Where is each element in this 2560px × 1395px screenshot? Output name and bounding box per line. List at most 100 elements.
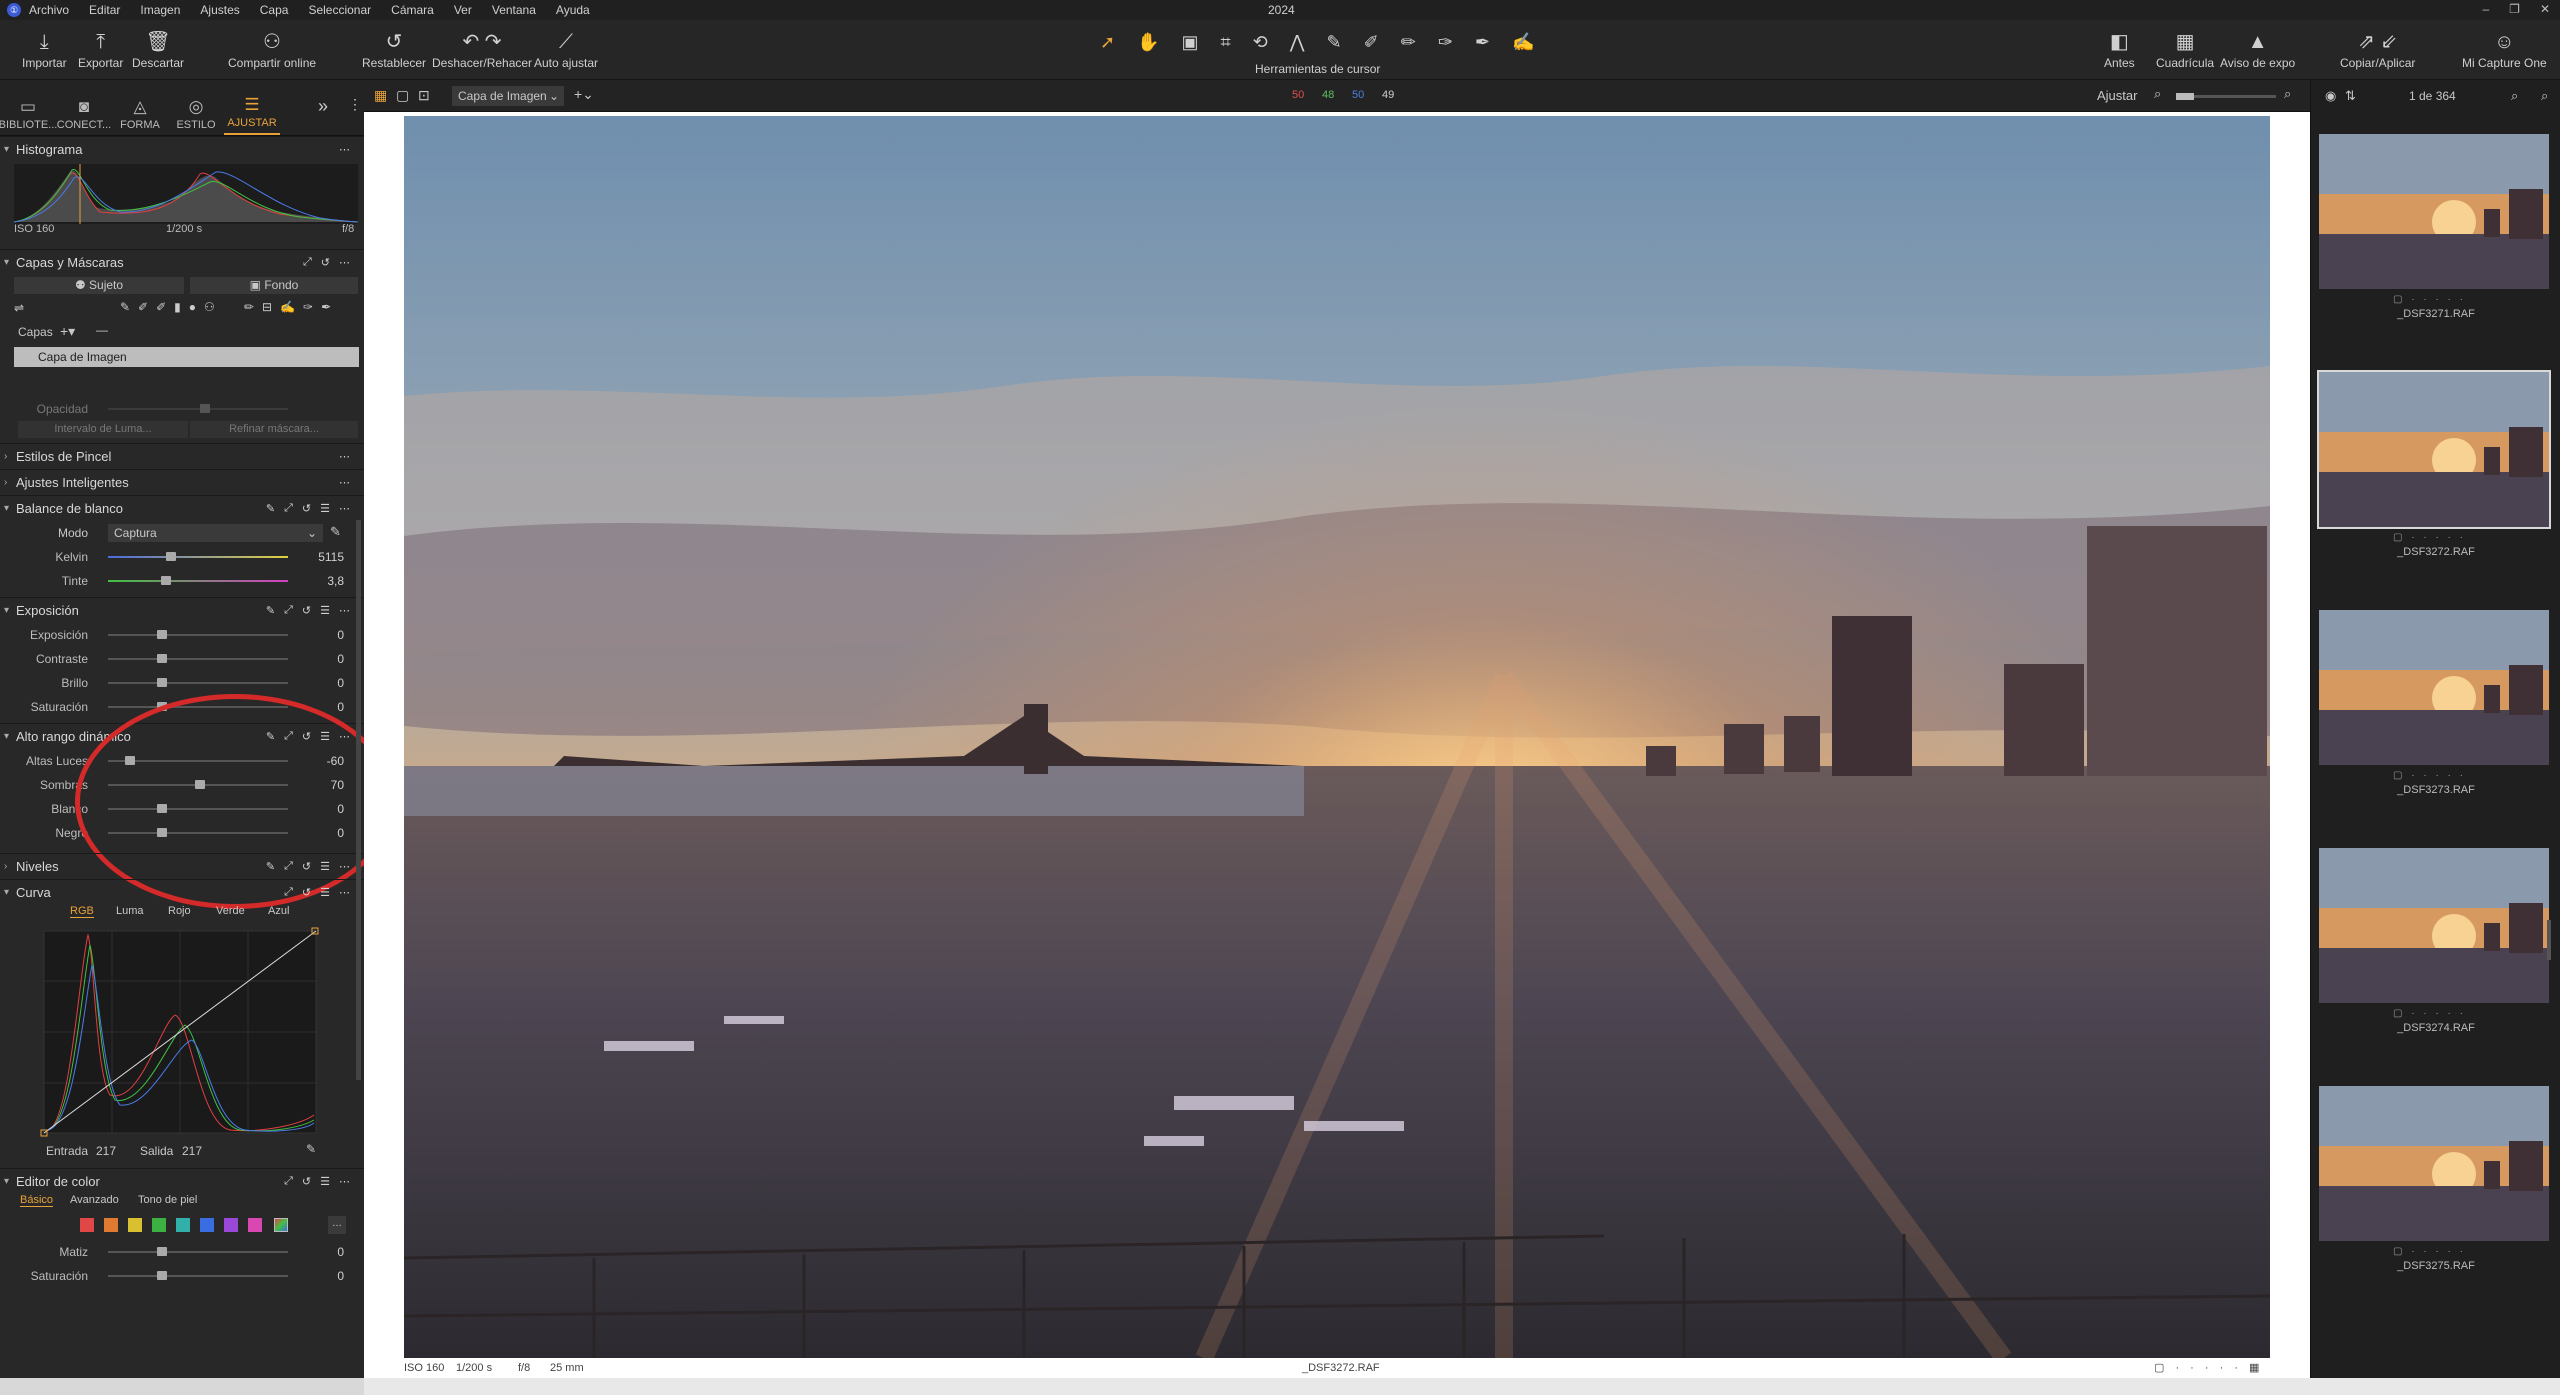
more-icon[interactable]: ⋯ xyxy=(339,730,350,743)
add-layer-icon[interactable]: +▾ xyxy=(60,323,75,340)
settings-icon[interactable]: ⇌ xyxy=(14,301,24,315)
zoom-in-icon[interactable]: ⌕ xyxy=(2284,86,2291,102)
zoom-out-icon[interactable]: ⌕ xyxy=(2154,86,2161,102)
layers-header[interactable]: ▾ Capas y Máscaras ⤢ ↺ ⋯ xyxy=(0,250,364,275)
curve-graph[interactable] xyxy=(0,925,364,1145)
image-viewer[interactable] xyxy=(364,112,2310,1378)
keystone-icon[interactable]: ⋀ xyxy=(1290,32,1305,53)
more-icon[interactable]: ⋯ xyxy=(339,256,350,269)
background-button[interactable]: ▣ Fondo xyxy=(190,277,358,294)
pin-icon[interactable]: ⤢ xyxy=(284,1175,293,1188)
pin-icon[interactable]: ⤢ xyxy=(284,886,293,899)
exposure-slider[interactable]: Exposición 0 xyxy=(0,623,364,647)
curve-tab-blue[interactable]: Azul xyxy=(268,905,289,917)
tab-adjust[interactable]: ☰ AJUSTAR xyxy=(224,80,280,135)
color-editor-header[interactable]: ▾ Editor de color ⤢ ↺ ☰ ⋯ xyxy=(0,1169,364,1194)
zoom-knob[interactable] xyxy=(2176,93,2194,100)
menu-ventana[interactable]: Ventana xyxy=(492,3,536,17)
list-icon[interactable]: ☰ xyxy=(320,502,330,515)
black-slider[interactable]: Negro 0 xyxy=(0,821,364,845)
tools-scrollbar[interactable] xyxy=(356,520,361,1080)
menu-ver[interactable]: Ver xyxy=(454,3,472,17)
white-slider[interactable]: Blanco 0 xyxy=(0,797,364,821)
grid-view-icon[interactable]: ▦ xyxy=(374,87,387,104)
subject-button[interactable]: ⚉ Sujeto xyxy=(14,277,184,294)
remove-layer-icon[interactable]: — xyxy=(96,323,108,337)
edit-icon[interactable]: ✎ xyxy=(266,502,275,515)
color-tab-advanced[interactable]: Avanzado xyxy=(70,1194,119,1206)
levels-header[interactable]: › Niveles ✎ ⤢ ↺ ☰ ⋯ xyxy=(0,854,364,879)
single-view-icon[interactable]: ▢ xyxy=(396,87,409,104)
slider-knob[interactable] xyxy=(166,552,176,561)
thumbnail-rating[interactable]: ▢ · · · · · xyxy=(2393,1008,2466,1019)
expand-tabs-icon[interactable]: » xyxy=(318,96,328,117)
slider-knob[interactable] xyxy=(157,654,167,663)
pin-icon[interactable]: ⤢ xyxy=(284,604,293,617)
my-capture-one-button[interactable]: ☺ Mi Capture One xyxy=(2462,28,2547,70)
select-cursor-icon[interactable]: ➚ xyxy=(1100,32,1115,53)
slider-knob[interactable] xyxy=(157,630,167,639)
swatch-green[interactable] xyxy=(152,1218,166,1232)
reset-icon[interactable]: ↺ xyxy=(302,730,311,743)
thumbnail[interactable] xyxy=(2319,848,2549,1003)
picker-icon[interactable]: ✎ xyxy=(1327,32,1342,53)
swatch-blue[interactable] xyxy=(200,1218,214,1232)
undo-redo-button[interactable]: ↶ ↷ Deshacer/Rehacer xyxy=(432,28,532,70)
filmstrip-scrollbar[interactable] xyxy=(2547,920,2551,960)
compare-view-icon[interactable]: ⊡ xyxy=(418,87,430,104)
saturation-slider[interactable]: Saturación 0 xyxy=(0,695,364,719)
more-icon[interactable]: ⋯ xyxy=(339,476,350,489)
thumbnail-rating[interactable]: ▢ · · · · · xyxy=(2393,294,2466,305)
thumbnail-rating[interactable]: ▢ · · · · · xyxy=(2393,1246,2466,1257)
curve-tab-rgb[interactable]: RGB xyxy=(70,905,94,918)
swatch-cyan[interactable] xyxy=(176,1218,190,1232)
sort-icon[interactable]: ⇅ xyxy=(2345,88,2356,104)
tab-lens[interactable]: ◬ FORMA xyxy=(112,80,168,135)
slider-knob[interactable] xyxy=(124,756,135,765)
swatch-all[interactable] xyxy=(274,1218,288,1232)
contrast-slider[interactable]: Contraste 0 xyxy=(0,647,364,671)
histogram-header[interactable]: ▾ Histograma ⋯ xyxy=(0,137,364,162)
pan-icon[interactable]: ✋ xyxy=(1137,32,1159,53)
thumbnail-rating[interactable]: ▢ · · · · · xyxy=(2393,770,2466,781)
more-icon[interactable]: ⋯ xyxy=(339,604,350,617)
tab-style[interactable]: ◎ ESTILO xyxy=(168,80,224,135)
filter-icon[interactable]: ⌕ xyxy=(2511,88,2518,104)
import-button[interactable]: ⤓ Importar xyxy=(22,28,67,70)
eye-icon[interactable]: ◉ xyxy=(2325,88,2336,104)
color-saturation-slider[interactable]: Saturación 0 xyxy=(0,1264,364,1288)
shadows-slider[interactable]: Sombras 70 xyxy=(0,773,364,797)
more-icon[interactable]: ⋯ xyxy=(339,143,350,156)
slider-knob[interactable] xyxy=(157,678,167,687)
thumbnail[interactable] xyxy=(2317,370,2551,529)
mask-brush-icon[interactable]: ✎✐✐▮●⚇ xyxy=(120,300,223,314)
layer-select[interactable]: Capa de Imagen ⌄ xyxy=(452,86,564,106)
share-online-button[interactable]: ⚇ Compartir online xyxy=(228,28,316,70)
reset-icon[interactable]: ↺ xyxy=(302,604,311,617)
thumbnail[interactable] xyxy=(2319,610,2549,765)
menu-archivo[interactable]: Archivo xyxy=(29,3,69,17)
list-icon[interactable]: ☰ xyxy=(320,730,330,743)
grid-button[interactable]: ▦ Cuadrícula xyxy=(2156,28,2214,70)
swatch-yellow[interactable] xyxy=(128,1218,142,1232)
pin-icon[interactable]: ⤢ xyxy=(284,502,293,515)
tab-library[interactable]: ▭ BIBLIOTE... xyxy=(0,80,57,135)
more-icon[interactable]: ⋯ xyxy=(339,860,350,873)
curve-tab-green[interactable]: Verde xyxy=(216,905,245,917)
rotate-icon[interactable]: ⟲ xyxy=(1253,32,1268,53)
color-tab-basic[interactable]: Básico xyxy=(20,1194,54,1207)
color-tab-skin[interactable]: Tono de piel xyxy=(138,1194,197,1206)
refine-mask-button[interactable]: Refinar máscara... xyxy=(190,421,358,438)
pin-icon[interactable]: ⤢ xyxy=(303,256,312,269)
slider-knob[interactable] xyxy=(194,780,205,789)
pin-icon[interactable]: ⤢ xyxy=(284,730,293,743)
swatch-red[interactable] xyxy=(80,1218,94,1232)
menu-ayuda[interactable]: Ayuda xyxy=(556,3,590,17)
before-button[interactable]: ◧ Antes xyxy=(2104,28,2135,70)
tab-capture[interactable]: ◙ CONECT... xyxy=(56,80,112,135)
list-icon[interactable]: ☰ xyxy=(320,604,330,617)
reset-icon[interactable]: ↺ xyxy=(302,886,311,899)
exposure-warning-button[interactable]: ▲ Aviso de expo xyxy=(2220,28,2295,70)
more-swatches-button[interactable]: … xyxy=(328,1216,346,1234)
camera-icon[interactable]: ▣ xyxy=(1182,32,1199,53)
